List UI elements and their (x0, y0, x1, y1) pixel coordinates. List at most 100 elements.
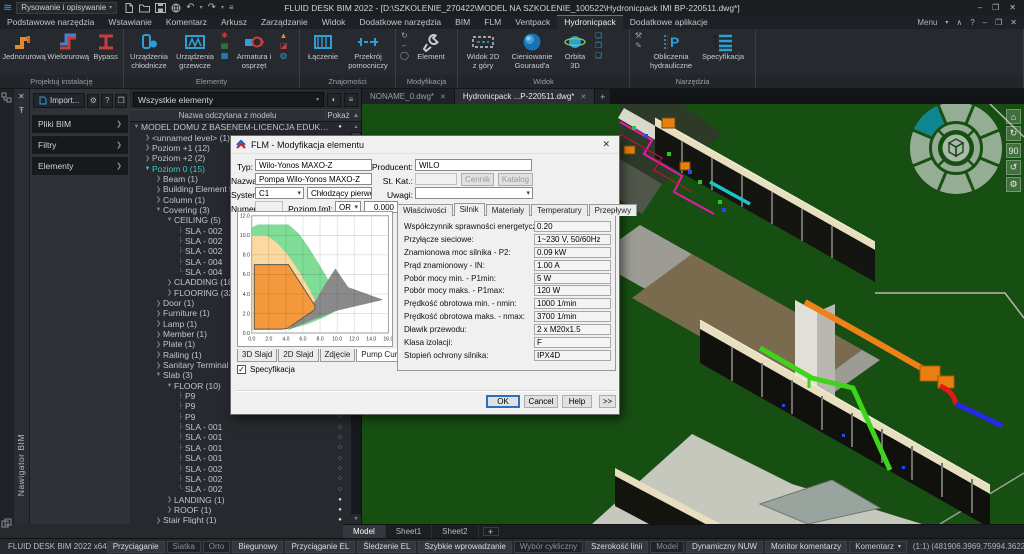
tree-chevron-icon[interactable]: ▼ (132, 124, 141, 130)
comment-dropdown[interactable]: Komentarz ▾ (849, 541, 907, 553)
tree-chevron-icon[interactable]: ├ (176, 424, 185, 430)
visibility-dot-icon[interactable]: ● (329, 507, 351, 513)
tree-chevron-icon[interactable]: ├ (176, 466, 185, 472)
urzadzenia-chlodnicze-button[interactable]: Urządzenia chłodnicze (126, 30, 172, 70)
ribbon-tab[interactable]: Podstawowe narzędzia (0, 15, 101, 29)
visibility-dot-icon[interactable]: ● (329, 124, 351, 130)
visibility-dot-icon[interactable]: ● (329, 517, 351, 523)
tree-chevron-icon[interactable]: ▼ (143, 166, 152, 172)
tree-chevron-icon[interactable]: ▼ (165, 383, 174, 389)
status-toggle-button[interactable]: Przyciąganie (107, 541, 165, 553)
dialog-close-icon[interactable]: ✕ (598, 139, 614, 150)
status-toggle-button[interactable]: Wybór cykliczny (514, 541, 583, 553)
visibility-dot-icon[interactable]: ○ (329, 444, 351, 451)
ribbon-tab[interactable]: Dodatkowe aplikacje (623, 15, 715, 29)
status-toggle-button[interactable]: Śledzenie EL (357, 541, 416, 553)
tree-chevron-icon[interactable]: ▼ (154, 207, 163, 213)
visibility-dot-icon[interactable]: ○ (329, 434, 351, 441)
view-tool-button[interactable]: 90 (1006, 143, 1021, 158)
tree-chevron-icon[interactable]: ├ (176, 248, 185, 254)
property-value[interactable]: IPX4D (534, 350, 611, 361)
doc-close-icon[interactable]: ✕ (1010, 18, 1017, 27)
tree-row[interactable]: ├ SLA - 002 ○ (130, 474, 351, 484)
visibility-dot-icon[interactable]: ○ (329, 465, 351, 472)
katalog-button[interactable]: Katalog (498, 173, 533, 186)
property-value[interactable]: 0.09 kW (534, 247, 611, 258)
tree-chevron-icon[interactable]: ❯ (165, 279, 174, 286)
laczenie-button[interactable]: Łączenie (302, 30, 344, 62)
status-toggle-button[interactable]: Monitor komentarzy (765, 541, 847, 553)
widok-2d-button[interactable]: Widok 2D z góry (460, 30, 506, 70)
view-tool-button[interactable]: ⌂ (1006, 109, 1021, 124)
element-button[interactable]: Element (411, 30, 451, 62)
tree-chevron-icon[interactable]: ❯ (154, 351, 163, 358)
tank-small-icon[interactable]: ◍ (280, 52, 287, 60)
specyfikacja-checkbox[interactable]: ✓ Specyfikacja (237, 365, 295, 374)
property-value[interactable]: 120 W (534, 285, 611, 296)
property-tab[interactable]: Temperatury (531, 204, 587, 216)
list-view-button[interactable]: ≡ (344, 93, 358, 107)
save-icon[interactable] (155, 3, 166, 13)
tree-row[interactable]: ▼ MODEL DOMU Z BASENEM-LICENCJA EDUKACYJ… (130, 122, 351, 132)
navigator-section[interactable]: Elementy ❯ (32, 157, 128, 175)
layout-tab[interactable]: Sheet2 (432, 525, 478, 538)
ribbon-tab[interactable]: BIM (448, 15, 477, 29)
ribbon-tab[interactable]: Hydronicpack (557, 15, 623, 29)
filter-button[interactable]: ◐ (327, 93, 341, 107)
doc-restore-icon[interactable]: ❐ (995, 18, 1002, 27)
visibility-dot-icon[interactable]: ○ (329, 424, 351, 431)
settings-gear-button[interactable]: ⚙ (87, 94, 99, 108)
tree-chevron-icon[interactable]: └ (176, 269, 185, 275)
tree-row[interactable]: ❯ LANDING (1) ● (130, 494, 351, 504)
view-tool-button[interactable]: ↺ (1006, 160, 1021, 175)
tree-chevron-icon[interactable]: ❯ (154, 341, 163, 348)
close-tab-icon[interactable]: ✕ (580, 93, 586, 101)
tools-small-icon[interactable]: ⚒ (635, 32, 642, 40)
close-panel-icon[interactable]: ✕ (18, 92, 25, 101)
import-button[interactable]: Import... (33, 93, 85, 108)
tree-chevron-icon[interactable]: ├ (176, 259, 185, 265)
undo-caret-icon[interactable]: ▾ (200, 4, 203, 11)
tree-chevron-icon[interactable]: ❯ (143, 144, 152, 151)
structure-icon[interactable] (1, 92, 12, 103)
ribbon-tab[interactable]: Widok (315, 15, 353, 29)
tree-chevron-icon[interactable]: ❯ (154, 175, 163, 182)
visibility-dot-icon[interactable]: ○ (329, 475, 351, 482)
add-layout-button[interactable]: + (483, 527, 499, 536)
status-toggle-button[interactable]: Szerokość linii (585, 541, 648, 553)
property-tab[interactable]: Właściwości (397, 204, 453, 216)
tree-row[interactable]: └ SLA - 002 ○ (130, 484, 351, 494)
dialog-title-bar[interactable]: FLM - Modyfikacja elementu ✕ (231, 136, 619, 154)
status-toggle-button[interactable]: Model (650, 541, 684, 553)
typ-field[interactable]: Wilo-Yonos MAXO-Z (255, 159, 372, 171)
new-document-tab-button[interactable]: + (595, 89, 610, 104)
property-tab[interactable]: Materiały (486, 204, 530, 216)
elements-filter-select[interactable]: Wszystkie elementy ▾ (133, 92, 324, 107)
visibility-dot-icon[interactable]: ○ (329, 455, 351, 462)
property-value[interactable]: 1000 1/min (534, 298, 611, 309)
property-value[interactable]: 3700 1/min (534, 311, 611, 322)
property-value[interactable]: 1~230 V, 50/60Hz (534, 234, 611, 245)
fitting-small-icon[interactable]: ▤ (221, 42, 229, 50)
uwagi-select[interactable] (415, 187, 533, 199)
ribbon-tab[interactable]: Arkusz (214, 15, 254, 29)
property-value[interactable]: 1.00 A (534, 260, 611, 271)
tree-chevron-icon[interactable]: ▼ (154, 372, 163, 378)
cancel-button[interactable]: Cancel (524, 395, 558, 408)
edit-small-icon[interactable]: ✎ (635, 42, 642, 50)
property-value[interactable]: 5 W (534, 273, 611, 284)
navigation-wheel[interactable] (906, 104, 1006, 198)
stkat-field[interactable] (415, 173, 457, 185)
tree-chevron-icon[interactable]: ❯ (154, 320, 163, 327)
cube-1-icon[interactable]: ❏ (595, 32, 602, 40)
tree-chevron-icon[interactable]: ❯ (154, 310, 163, 317)
producent-field[interactable]: WILO (415, 159, 532, 171)
bypass-button[interactable]: Bypass (90, 30, 121, 62)
close-button[interactable]: ✕ (1009, 3, 1016, 12)
column-name[interactable]: Nazwa odczytana z modelu (130, 111, 325, 120)
cieniowanie-button[interactable]: Cieniowanie Gouraud'a (506, 30, 558, 70)
pin-icon[interactable]: Ŧ (19, 106, 24, 115)
tree-row[interactable]: ├ SLA - 001 ○ (130, 453, 351, 463)
scroll-up-icon[interactable]: ▲ (351, 113, 361, 119)
tree-chevron-icon[interactable]: ❯ (154, 300, 163, 307)
